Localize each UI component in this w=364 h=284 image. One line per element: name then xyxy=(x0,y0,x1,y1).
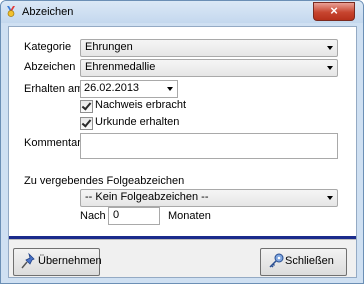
erhalten-label: Erhalten am xyxy=(24,83,84,95)
urkunde-label: Urkunde erhalten xyxy=(95,116,180,128)
nachweis-label: Nachweis erbracht xyxy=(95,99,187,111)
abzeichen-label: Abzeichen xyxy=(24,61,76,73)
monaten-label: Monaten xyxy=(168,210,211,222)
dialog-window: Abzeichen × Kategorie Ehrungen Abzeichen… xyxy=(0,0,364,284)
chevron-down-icon xyxy=(327,66,333,70)
kategorie-value: Ehrungen xyxy=(85,41,133,53)
erhalten-value: 26.02.2013 xyxy=(84,82,140,94)
erhalten-date-picker[interactable]: 26.02.2013 xyxy=(80,80,178,98)
chevron-down-icon xyxy=(167,87,173,91)
nach-months-input[interactable]: 0 xyxy=(108,207,160,225)
uebernehmen-label: Übernehmen xyxy=(38,255,102,267)
button-bar: Übernehmen Schließen xyxy=(9,240,356,277)
schliessen-button[interactable]: Schließen xyxy=(260,248,347,276)
folge-label: Zu vergebendes Folgeabzeichen xyxy=(24,175,185,187)
kommentar-textarea[interactable] xyxy=(80,133,338,159)
nach-label: Nach xyxy=(80,210,106,222)
nachweis-checkbox[interactable] xyxy=(80,100,93,113)
chevron-down-icon xyxy=(327,196,333,200)
urkunde-checkbox[interactable] xyxy=(80,117,93,130)
kommentar-label: Kommentar xyxy=(24,137,81,149)
chevron-down-icon xyxy=(327,46,333,50)
kategorie-label: Kategorie xyxy=(24,41,72,53)
dialog-body: Kategorie Ehrungen Abzeichen Ehrenmedall… xyxy=(8,26,357,278)
folge-select[interactable]: -- Kein Folgeabzeichen -- xyxy=(80,189,338,207)
abzeichen-select[interactable]: Ehrenmedallie xyxy=(80,59,338,77)
key-icon xyxy=(269,253,284,268)
nach-value: 0 xyxy=(113,209,120,221)
close-button[interactable]: × xyxy=(313,2,355,21)
title-bar[interactable]: Abzeichen × xyxy=(1,1,363,23)
close-icon: × xyxy=(330,3,338,18)
schliessen-label: Schließen xyxy=(285,255,334,267)
uebernehmen-button[interactable]: Übernehmen xyxy=(13,248,102,276)
window-title: Abzeichen xyxy=(22,6,74,18)
abzeichen-value: Ehrenmedallie xyxy=(85,61,156,73)
pushpin-icon xyxy=(21,252,35,269)
folge-value: -- Kein Folgeabzeichen -- xyxy=(85,191,209,203)
kategorie-select[interactable]: Ehrungen xyxy=(80,39,338,57)
medal-icon xyxy=(7,6,15,17)
